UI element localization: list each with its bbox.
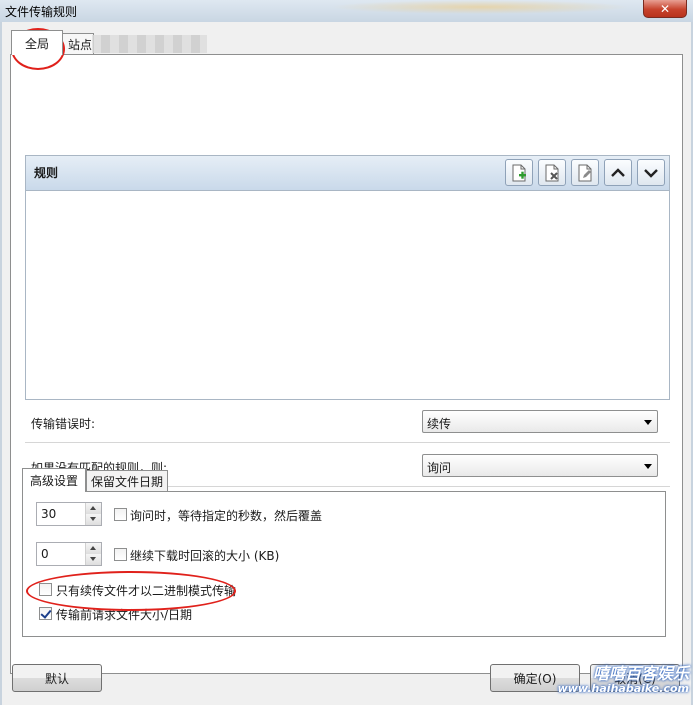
tab-global-label: 全局 xyxy=(24,36,49,51)
row-divider xyxy=(25,442,670,443)
rules-title: 规则 xyxy=(34,166,59,180)
no-match-value: 询问 xyxy=(427,461,452,475)
tab-global[interactable]: 全局 xyxy=(11,30,63,55)
close-icon: ✕ xyxy=(659,1,671,16)
transfer-error-value: 续传 xyxy=(427,417,452,431)
rollback-size-spinner[interactable]: 0 xyxy=(36,542,102,566)
binary-only-label: 只有续传文件才以二进制模式传输 xyxy=(56,584,237,598)
request-size-label: 传输前请求文件大小/日期 xyxy=(56,608,193,622)
rules-header: 规则 xyxy=(26,156,669,191)
move-down-button[interactable] xyxy=(637,159,665,186)
transfer-error-select[interactable]: 续传 xyxy=(422,410,658,433)
arrow-up-icon xyxy=(90,506,96,510)
transfer-error-label: 传输错误时: xyxy=(31,417,96,431)
rules-list[interactable]: 规则 xyxy=(25,155,670,400)
wait-seconds-checkbox[interactable] xyxy=(114,508,127,521)
watermark-text: 嘻嘻百客娱乐 xyxy=(592,664,689,683)
rollback-size-checkbox[interactable] xyxy=(114,548,127,561)
blurred-tab-region xyxy=(92,35,207,53)
wait-seconds-label: 询问时，等待指定的秒数，然后覆盖 xyxy=(130,509,323,523)
request-size-checkbox[interactable] xyxy=(39,607,52,620)
add-rule-icon xyxy=(512,164,526,181)
advanced-settings-panel: 30 询问时，等待指定的秒数，然后覆盖 0 继续下载时回滚的大小 (KB) 只有… xyxy=(22,491,666,637)
default-button[interactable]: 默认 xyxy=(12,664,102,692)
tab-site[interactable]: 站点 xyxy=(62,33,94,55)
tab-preserve-file-date[interactable]: 保留文件日期 xyxy=(86,470,168,492)
wait-seconds-spinner[interactable]: 30 xyxy=(36,502,102,526)
move-down-icon xyxy=(644,168,658,178)
tab-site-label: 站点 xyxy=(68,38,93,52)
edit-rule-button[interactable] xyxy=(571,159,599,186)
add-rule-button[interactable] xyxy=(505,159,533,186)
watermark-url: www.haihabaike.com xyxy=(557,682,689,695)
rollback-size-value: 0 xyxy=(41,547,49,561)
dialog-client-area: 全局 站点 规则 传输错误时: 续传 如果没有匹配的规则，则: 询问 高级设置 … xyxy=(2,22,691,705)
default-button-label: 默认 xyxy=(44,671,69,686)
spinner-down-button[interactable] xyxy=(86,554,101,565)
window-title: 文件传输规则 xyxy=(5,5,78,19)
no-match-select[interactable]: 询问 xyxy=(422,454,658,477)
arrow-up-icon xyxy=(90,546,96,550)
edit-rule-icon xyxy=(578,164,592,181)
wait-seconds-value: 30 xyxy=(41,507,57,521)
move-up-button[interactable] xyxy=(604,159,632,186)
title-bar: 文件传输规则 ✕ xyxy=(0,0,693,22)
arrow-down-icon xyxy=(90,517,96,521)
title-bar-background xyxy=(330,0,630,14)
watermark: 嘻嘻百客娱乐 www.haihabaike.com xyxy=(497,663,689,697)
rollback-size-label: 继续下载时回滚的大小 (KB) xyxy=(130,549,280,563)
delete-rule-button[interactable] xyxy=(538,159,566,186)
delete-rule-icon xyxy=(545,164,559,181)
spinner-down-button[interactable] xyxy=(86,514,101,525)
tab-advanced-settings-label: 高级设置 xyxy=(29,474,78,488)
chevron-down-icon xyxy=(644,420,652,425)
chevron-down-icon xyxy=(644,464,652,469)
move-up-icon xyxy=(611,167,625,177)
arrow-down-icon xyxy=(90,557,96,561)
close-button[interactable]: ✕ xyxy=(643,0,687,18)
tab-advanced-settings[interactable]: 高级设置 xyxy=(22,468,86,492)
tab-preserve-file-date-label: 保留文件日期 xyxy=(90,475,163,489)
binary-only-checkbox[interactable] xyxy=(39,583,52,596)
